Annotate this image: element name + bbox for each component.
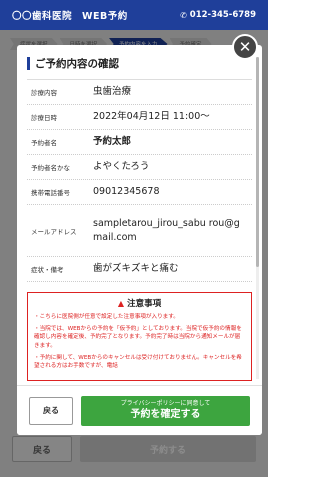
warning-icon: ▲: [117, 298, 125, 308]
confirmation-modal: ご予約内容の確認 診療内容 虫歯治療 診療日時 2022年04月12日 11:0…: [17, 45, 262, 435]
detail-label: 診療内容: [31, 89, 57, 97]
detail-row-symptoms: 症状・備考 歯がズキズキと痛む: [27, 257, 252, 282]
detail-row-treatment: 診療内容 虫歯治療: [27, 80, 252, 105]
detail-label: 診療日時: [31, 114, 57, 122]
detail-row-name-kana: 予約者名かな よやくたろう: [27, 155, 252, 180]
modal-title-text: ご予約内容の確認: [35, 57, 119, 70]
detail-value: 歯がズキズキと痛む: [93, 263, 179, 275]
detail-label: メールアドレス: [31, 227, 77, 236]
back-button[interactable]: 戻る: [29, 396, 73, 425]
notice-title-text: 注意事項: [127, 299, 162, 309]
modal-title: ご予約内容の確認: [27, 55, 252, 71]
detail-value: 09012345678: [93, 186, 160, 198]
notice-item: ・当院では、WEBからの予約を「仮予約」としております。当院で仮予約の情報を確認…: [34, 325, 242, 349]
confirm-label: 予約を確定する: [130, 408, 201, 420]
phone-number[interactable]: ✆ 012-345-6789: [180, 10, 256, 20]
phone-number-text: 012-345-6789: [189, 10, 256, 20]
detail-value: 虫歯治療: [93, 86, 132, 98]
confirm-subtext: プライバシーポリシーに同意して: [120, 400, 211, 408]
phone-icon: ✆: [180, 10, 187, 20]
reservation-details: 診療内容 虫歯治療 診療日時 2022年04月12日 11:00～ 予約者名 予…: [27, 79, 252, 282]
modal-footer: 戻る プライバシーポリシーに同意して 予約を確定する: [17, 385, 262, 435]
detail-row-name: 予約者名 予約太郎: [27, 130, 252, 155]
modal-scrollbar[interactable]: [256, 57, 259, 379]
title-accent-bar: [27, 56, 30, 70]
notice-item: ・予約に関して、WEBからのキャンセルは受け付けておりません。キャンセルを希望さ…: [34, 354, 242, 370]
detail-label: 症状・備考: [31, 266, 64, 274]
detail-label: 予約者名かな: [31, 164, 70, 172]
detail-value: 2022年04月12日 11:00～: [93, 111, 210, 123]
scrollbar-thumb[interactable]: [256, 57, 259, 267]
confirm-reservation-button[interactable]: プライバシーポリシーに同意して 予約を確定する: [81, 395, 250, 426]
detail-label: 携帯電話番号: [31, 189, 70, 197]
notice-box: ▲ 注意事項 ・こちらに医院側が任意で設定した注意事項が入ります。 ・当院では、…: [27, 292, 252, 381]
modal-content[interactable]: ご予約内容の確認 診療内容 虫歯治療 診療日時 2022年04月12日 11:0…: [17, 45, 262, 385]
detail-label: 予約者名: [31, 139, 57, 147]
notice-item: ・こちらに医院側が任意で設定した注意事項が入ります。: [34, 314, 179, 320]
detail-row-email: メールアドレス sampletarou_jirou_sabu rou@gmail…: [27, 205, 252, 257]
detail-row-datetime: 診療日時 2022年04月12日 11:00～: [27, 105, 252, 130]
detail-row-phone: 携帯電話番号 09012345678: [27, 180, 252, 205]
clinic-title: 〇〇歯科医院 WEB予約: [12, 11, 128, 22]
notice-title: ▲ 注意事項: [34, 297, 245, 310]
detail-value: よやくたろう: [93, 161, 150, 173]
detail-value: 予約太郎: [93, 136, 132, 148]
app-header: 〇〇歯科医院 WEB予約 ✆ 012-345-6789: [0, 0, 268, 30]
close-icon[interactable]: ✕: [232, 34, 258, 60]
detail-value: sampletarou_jirou_sabu rou@gmail.com: [93, 217, 240, 243]
